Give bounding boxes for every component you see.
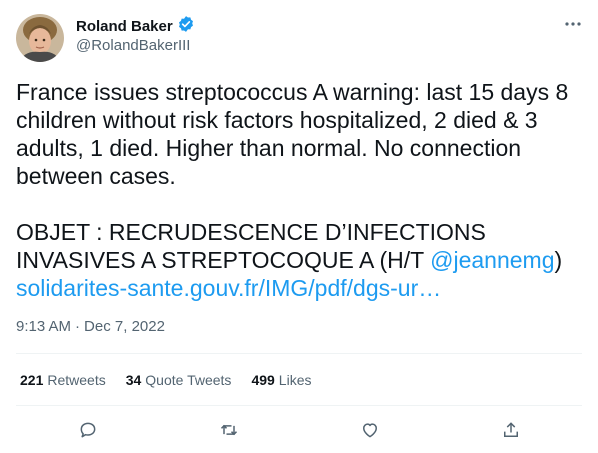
tweet-text: France issues streptococcus A warning: l… [16, 78, 576, 302]
tweet-paragraph-1: France issues streptococcus A warning: l… [16, 79, 569, 189]
tweet-paragraph-2-tail: ) [554, 247, 563, 273]
action-bar [0, 418, 598, 442]
author-name-row[interactable]: Roland Baker [76, 15, 195, 37]
likes-count: 499 [251, 372, 275, 388]
timestamp[interactable]: 9:13 AM · Dec 7, 2022 [16, 318, 165, 335]
like-icon[interactable] [358, 418, 382, 442]
retweets-stat[interactable]: 221 Retweets [20, 372, 106, 388]
timestamp-separator: · [75, 318, 81, 335]
likes-label: Likes [278, 372, 312, 388]
quotes-count: 34 [125, 372, 142, 388]
share-icon[interactable] [499, 418, 523, 442]
divider-top [16, 353, 582, 354]
url-link[interactable]: solidarites-sante.gouv.fr/IMG/pdf/dgs-ur… [16, 275, 441, 301]
tweet-paragraph-2-lead: OBJET : RECRUDESCENCE D’INFECTIONS INVAS… [16, 219, 486, 273]
tweet-paragraph-2: OBJET : RECRUDESCENCE D’INFECTIONS INVAS… [16, 218, 576, 274]
divider-bottom [16, 405, 582, 406]
verified-badge-icon [177, 15, 195, 37]
tweet-time[interactable]: 9:13 AM [16, 318, 71, 335]
mention-link[interactable]: @jeannemg [430, 247, 554, 273]
quotes-stat[interactable]: 34 Quote Tweets [126, 372, 232, 388]
retweets-label: Retweets [47, 372, 106, 388]
likes-stat[interactable]: 499 Likes [251, 372, 311, 388]
retweets-count: 221 [20, 372, 44, 388]
author-display-name[interactable]: Roland Baker [76, 18, 173, 35]
engagement-stats: 221 Retweets 34 Quote Tweets 499 Likes [20, 372, 311, 388]
more-icon[interactable] [562, 13, 584, 35]
reply-icon[interactable] [76, 418, 100, 442]
retweet-icon[interactable] [217, 418, 241, 442]
avatar[interactable] [16, 14, 64, 62]
tweet-card: Roland Baker @RolandBakerIII France issu… [0, 0, 598, 453]
tweet-date[interactable]: Dec 7, 2022 [84, 318, 165, 335]
quotes-label: Quote Tweets [145, 372, 232, 388]
author-handle[interactable]: @RolandBakerIII [76, 37, 190, 54]
